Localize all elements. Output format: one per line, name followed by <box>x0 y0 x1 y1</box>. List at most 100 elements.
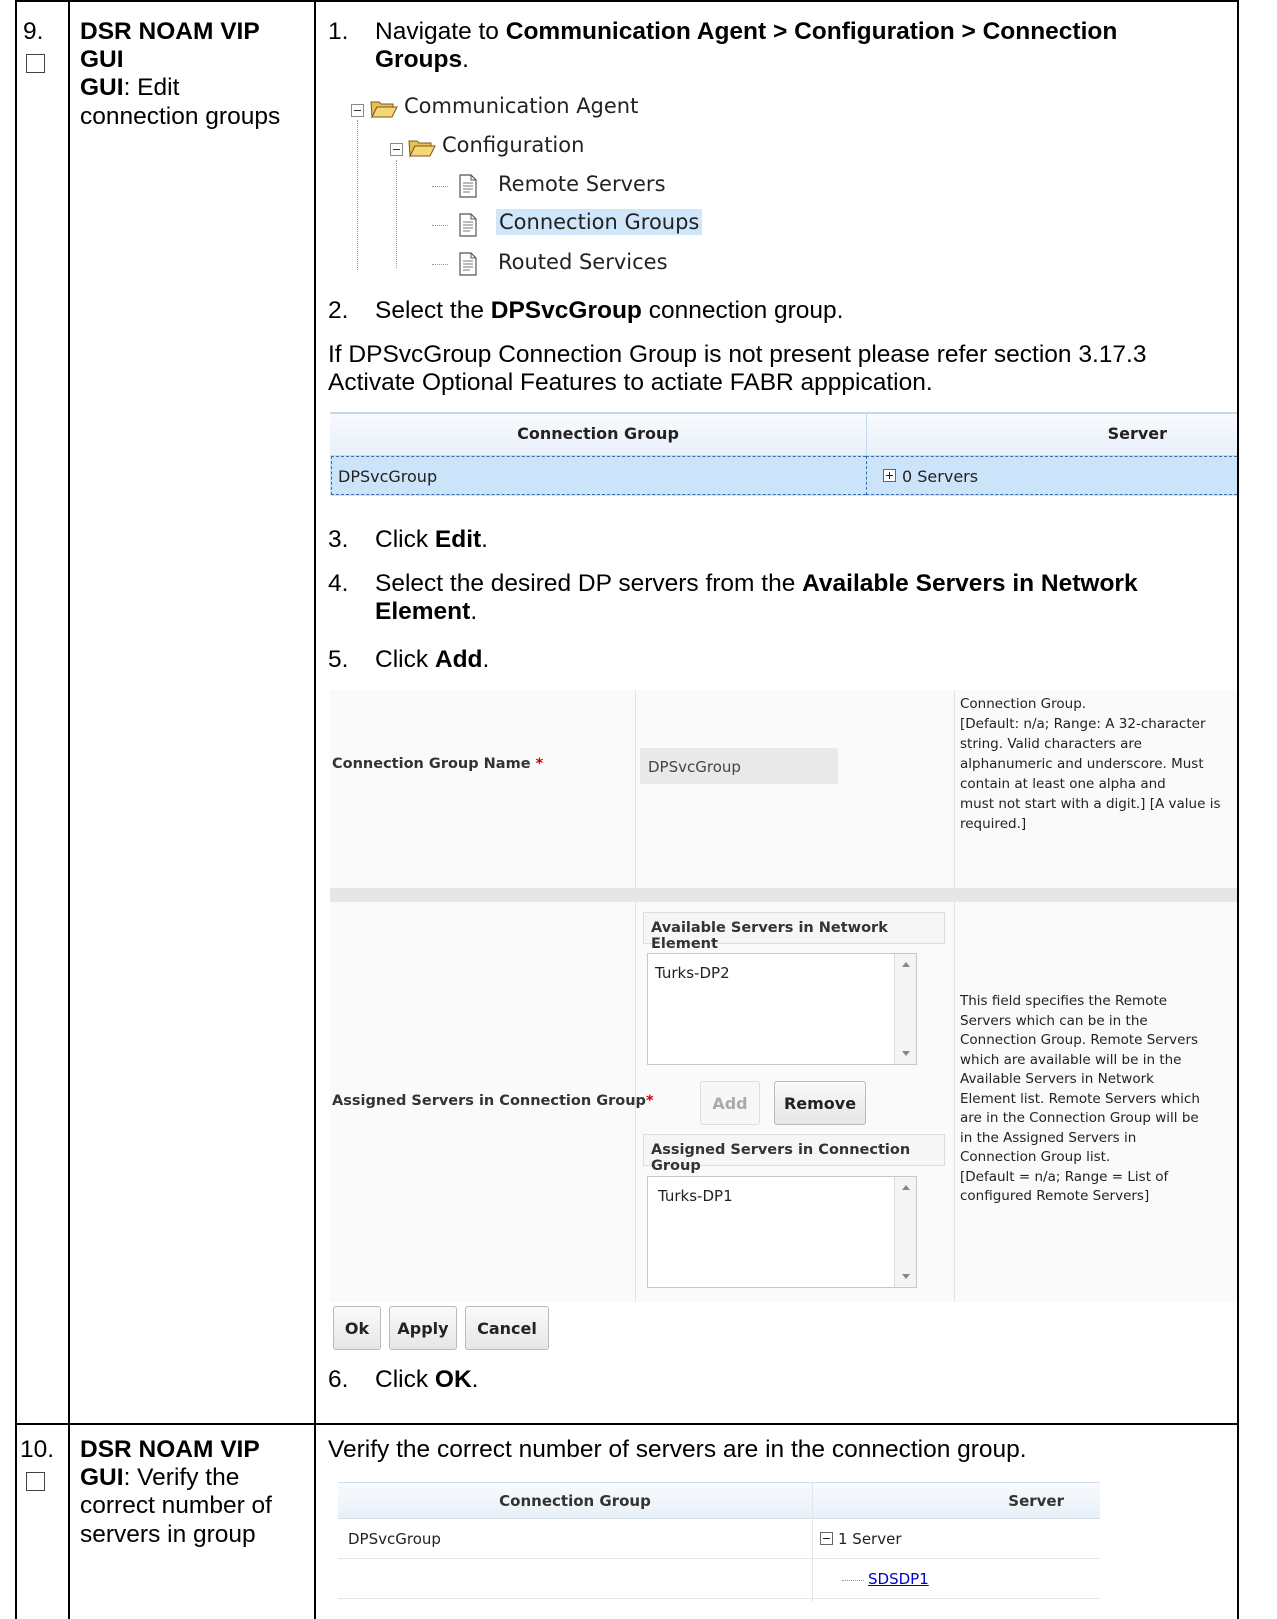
substep-number: 5. <box>328 646 349 673</box>
substep-6-text: Click OK. <box>375 1366 478 1394</box>
substep-number: 4. <box>328 570 349 597</box>
document-icon <box>459 213 477 237</box>
substep-4-text: Select the desired DP servers from the A… <box>375 570 1225 626</box>
assigned-servers-header: Assigned Servers in Connection Group <box>643 1134 945 1174</box>
table-row[interactable] <box>338 1519 1100 1559</box>
apply-button[interactable]: Apply <box>389 1306 457 1350</box>
substep-6-suffix: . <box>471 1366 479 1393</box>
tree-leaf-remote-servers[interactable]: Remote Servers <box>498 172 666 196</box>
scroll-up-icon[interactable] <box>902 1185 910 1190</box>
cancel-button[interactable]: Cancel <box>465 1306 549 1350</box>
help-line: which are available will be in the <box>960 1051 1182 1068</box>
remove-button[interactable]: Remove <box>774 1081 866 1125</box>
help-line: are in the Connection Group will be <box>960 1110 1199 1126</box>
step-title: DSR NOAM VIP GUI GUI: Edit connection gr… <box>80 18 308 131</box>
step-title-bold: DSR NOAM VIP <box>80 1436 260 1463</box>
label-text: Assigned Servers in Connection Group <box>332 1093 646 1109</box>
expand-icon[interactable] <box>883 469 896 482</box>
help-line: Available Servers in Network <box>960 1071 1154 1087</box>
tree-guide-line <box>396 160 397 268</box>
collapse-icon[interactable] <box>820 1532 833 1545</box>
step-number: 10. <box>20 1436 55 1463</box>
substep-3-prefix: Click <box>375 526 435 553</box>
add-button[interactable]: Add <box>700 1081 760 1125</box>
assigned-servers-list[interactable]: Turks-DP1 <box>647 1176 917 1288</box>
tree-branch <box>432 225 448 226</box>
navigation-tree: Communication Agent Configuration Remote… <box>340 88 740 288</box>
step-title-gui: GUI <box>80 1464 124 1492</box>
substep-4-bold-line1: Available Servers in Network <box>802 570 1138 597</box>
table-border-left <box>15 0 17 1619</box>
tree-node-root[interactable]: Communication Agent <box>404 94 638 118</box>
cell-server-count: 1 Server <box>838 1530 902 1548</box>
required-mark: * <box>645 1093 654 1109</box>
collapse-icon[interactable] <box>390 143 403 156</box>
help-line: Servers which can be in the <box>960 1012 1148 1029</box>
server-link-sdsdp1[interactable]: SDSDP1 <box>868 1570 929 1588</box>
substep-5-text: Click Add. <box>375 646 489 674</box>
column-header-connection-group[interactable]: Connection Group <box>330 424 866 443</box>
form-divider <box>954 902 955 1302</box>
table-row[interactable] <box>338 1559 1100 1599</box>
substep-number: 3. <box>328 526 349 553</box>
scroll-down-icon[interactable] <box>902 1051 910 1056</box>
cell-connection-group: DPSvcGroup <box>338 467 438 486</box>
scroll-up-icon[interactable] <box>902 962 910 967</box>
table-border-top <box>15 0 1239 2</box>
field-label-assigned-servers: Assigned Servers in Connection Group* <box>332 1093 654 1109</box>
name-help-text: Connection Group. [Default: n/a; Range: … <box>960 694 1237 834</box>
substep-3-text: Click Edit. <box>375 526 488 554</box>
substep-number: 6. <box>328 1366 349 1393</box>
tree-branch <box>432 264 448 265</box>
folder-open-icon <box>408 140 436 158</box>
column-header-server[interactable]: Server <box>812 1492 1100 1510</box>
tree-leaf-routed-services[interactable]: Routed Services <box>498 250 668 274</box>
step-checkbox[interactable] <box>26 1472 45 1491</box>
table-border-row-separator <box>15 1423 1239 1425</box>
assigned-help-text: This field specifies the Remote Servers … <box>960 992 1237 1207</box>
substep-6-prefix: Click <box>375 1366 435 1393</box>
form-divider <box>635 690 636 888</box>
scrollbar[interactable] <box>894 954 916 1064</box>
document-icon <box>459 252 477 276</box>
document-icon <box>459 174 477 198</box>
substep-4-suffix: . <box>470 598 478 626</box>
column-header-connection-group[interactable]: Connection Group <box>338 1492 812 1510</box>
step-title-line4: servers in group <box>80 1520 256 1548</box>
verify-table: Connection Group Server DPSvcGroup 1 Ser… <box>338 1482 1100 1619</box>
substep-5-prefix: Click <box>375 646 435 673</box>
substep-2-bold: DPSvcGroup <box>490 297 642 324</box>
help-line: Connection Group. <box>960 696 1087 712</box>
step-number: 9. <box>23 18 44 45</box>
substep-3-bold: Edit <box>434 526 482 553</box>
cell-server-count: 0 Servers <box>902 467 979 486</box>
form-separator <box>330 888 1237 902</box>
substep-2-text: Select the DPSvcGroup connection group. <box>375 297 843 325</box>
help-line: required.] <box>960 816 1027 832</box>
step-title-line2: connection groups <box>80 102 281 130</box>
substep-5-suffix: . <box>482 646 490 673</box>
field-label-connection-group-name: Connection Group Name * <box>332 756 543 772</box>
list-item[interactable]: Turks-DP1 <box>658 1187 733 1205</box>
substep-5-bold: Add <box>434 646 483 673</box>
substep-1-path-line2: Groups <box>375 46 463 74</box>
tree-leaf-connection-groups[interactable]: Connection Groups <box>496 209 703 235</box>
connection-group-name-input[interactable]: DPSvcGroup <box>640 748 838 784</box>
help-line: alphanumeric and underscore. Must <box>960 756 1204 772</box>
label-text: Connection Group Name <box>332 756 531 772</box>
step-checkbox[interactable] <box>26 54 45 73</box>
ok-button[interactable]: Ok <box>333 1306 381 1350</box>
collapse-icon[interactable] <box>351 104 364 117</box>
step-title-gui: GUI <box>80 74 124 102</box>
tree-node-configuration[interactable]: Configuration <box>442 133 584 157</box>
list-item[interactable]: Turks-DP2 <box>655 964 730 982</box>
substep-2-prefix: Select the <box>375 297 491 324</box>
available-servers-list[interactable]: Turks-DP2 <box>647 953 917 1065</box>
column-header-server[interactable]: Server <box>866 424 1237 443</box>
step-title-rest: : Verify the <box>123 1464 240 1492</box>
scroll-down-icon[interactable] <box>902 1274 910 1279</box>
help-line: Connection Group. Remote Servers <box>960 1032 1199 1048</box>
scrollbar[interactable] <box>894 1177 916 1287</box>
substep-number: 1. <box>328 18 349 45</box>
step-title: DSR NOAM VIP GUI: Verify the correct num… <box>80 1436 308 1549</box>
